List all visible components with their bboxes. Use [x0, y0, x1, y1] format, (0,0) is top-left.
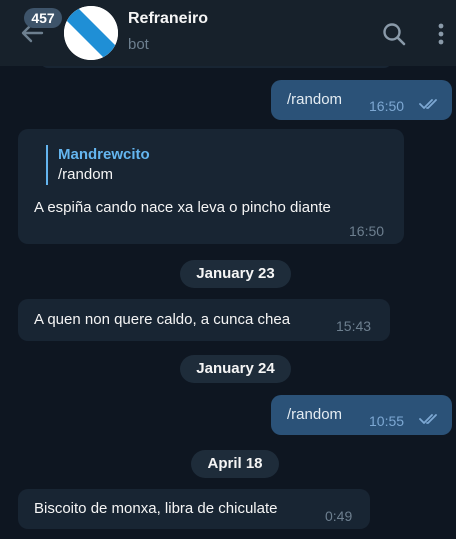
message-text: A espiña cando nace xa leva o pincho dia… [34, 199, 331, 216]
chat-title[interactable]: Refraneiro [128, 10, 208, 28]
chat-header: 457 Refraneiro bot [0, 0, 456, 66]
avatar[interactable] [64, 6, 118, 60]
chat-subtitle: bot [128, 36, 149, 53]
message-text: /random [287, 91, 343, 108]
message-time: 16:50 [369, 98, 405, 114]
reply-quote[interactable]: Mandrewcito /random [46, 145, 150, 185]
reply-author: Mandrewcito [58, 146, 150, 163]
date-separator: January 23 [180, 260, 291, 288]
read-checkmarks-icon [419, 414, 437, 424]
unread-count-badge: 457 [24, 8, 62, 28]
message-bubble-outgoing[interactable]: /random 10:55 [271, 395, 452, 435]
message-time: 0:49 [325, 508, 353, 524]
message-time: 16:50 [349, 223, 385, 239]
message-bubble-outgoing[interactable]: /random 16:50 [271, 80, 452, 120]
message-bubble-incoming[interactable]: Mandrewcito /random A espiña cando nace … [18, 129, 404, 244]
search-icon [383, 23, 406, 46]
read-checkmarks-icon [419, 99, 437, 109]
message-time: 15:43 [336, 318, 372, 334]
galician-flag-icon [64, 6, 118, 60]
search-button[interactable] [380, 20, 408, 48]
message-time: 10:55 [369, 413, 405, 429]
message-text: /random [287, 406, 343, 423]
more-vertical-icon [438, 23, 444, 45]
date-separator: April 18 [191, 450, 279, 478]
date-separator: January 24 [180, 355, 291, 383]
message-bubble-incoming[interactable]: A quen non quere caldo, a cunca chea 15:… [18, 299, 390, 341]
message-text: Biscoito de monxa, libra de chiculate [34, 500, 278, 517]
message-bubble-incoming[interactable]: Biscoito de monxa, libra de chiculate 0:… [18, 489, 370, 529]
message-text: A quen non quere caldo, a cunca chea [34, 311, 291, 328]
reply-text: /random [58, 166, 114, 183]
more-menu-button[interactable] [432, 20, 450, 48]
